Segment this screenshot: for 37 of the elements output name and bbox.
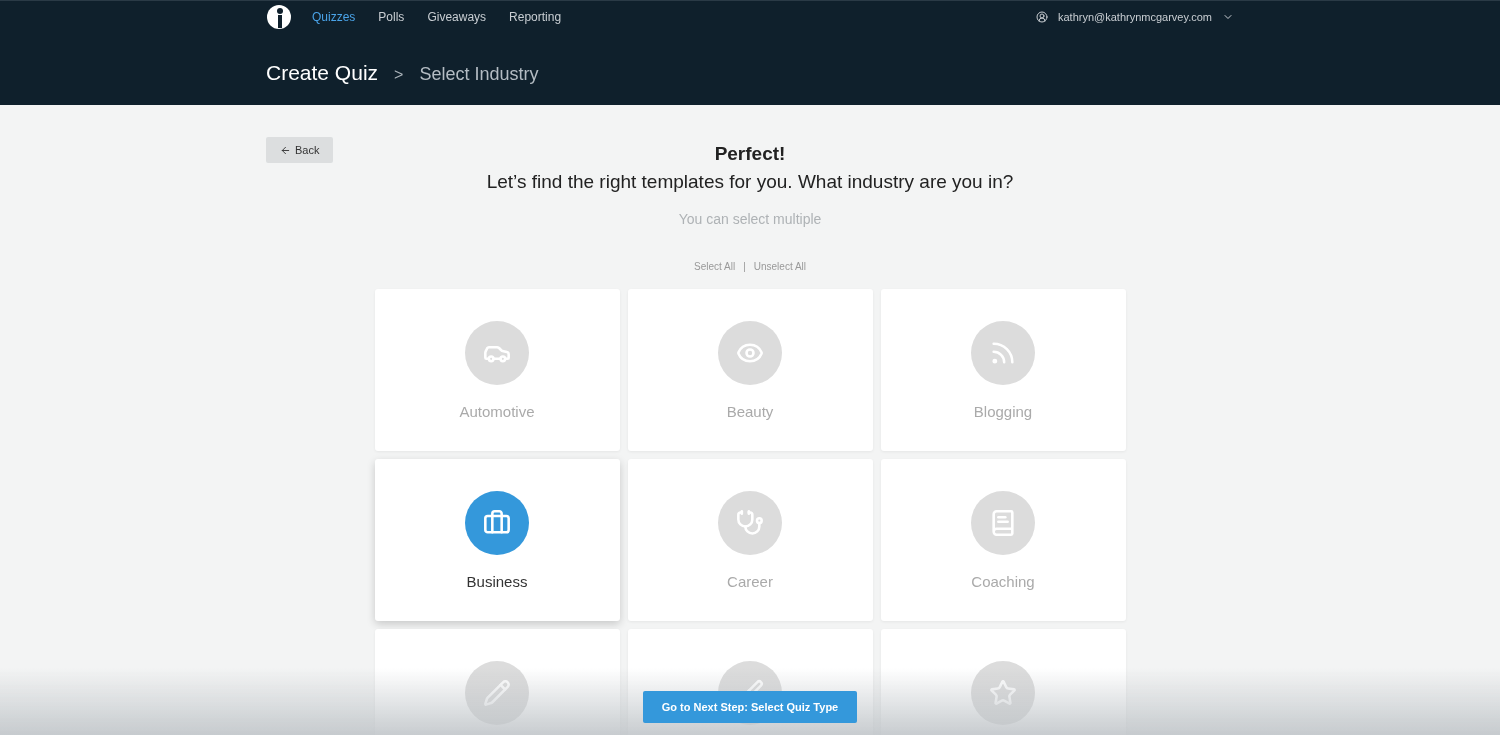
briefcase-icon [483, 509, 511, 537]
next-step-button[interactable]: Go to Next Step: Select Quiz Type [642, 691, 858, 723]
nav-link[interactable]: Polls [378, 10, 405, 24]
nav-link[interactable]: Reporting [509, 10, 562, 24]
nav-link[interactable]: Giveaways [427, 10, 487, 24]
industry-label: Automotive [459, 403, 535, 420]
industry-label: Business [466, 573, 528, 590]
industry-card[interactable]: Career [627, 459, 873, 621]
select-all-link[interactable]: Select All [694, 261, 736, 272]
user-email[interactable]: kathryn@kathrynmcgarvey.com [1058, 11, 1212, 23]
unselect-all-link[interactable]: Unselect All [753, 261, 806, 272]
industry-card[interactable]: Beauty [627, 289, 873, 451]
industry-card[interactable]: Blogging [880, 289, 1126, 451]
industry-label: Beauty [726, 403, 774, 420]
pencil-icon [483, 679, 511, 707]
logo-icon [266, 4, 292, 30]
industry-label: Coaching [971, 573, 1035, 590]
heading: Perfect! [714, 143, 786, 165]
user-icon [1036, 11, 1048, 23]
hint-text: You can select multiple [678, 211, 822, 227]
breadcrumb-current: Select Industry [419, 64, 539, 85]
rss-icon [989, 339, 1017, 367]
industry-label: Blogging [973, 403, 1033, 420]
question: Let’s find the right templates for you. What industry are you in? [486, 171, 1014, 193]
page-title: Create Quiz [266, 61, 379, 85]
book-icon [989, 509, 1017, 537]
nav-link[interactable]: Quizzes [312, 10, 356, 24]
back-button[interactable]: Back [266, 137, 334, 163]
industry-label: Career [727, 573, 773, 590]
link-divider: | [743, 261, 746, 272]
breadcrumb-separator: > [394, 66, 404, 84]
industry-card[interactable]: Coaching [880, 459, 1126, 621]
industry-card[interactable]: Business [374, 459, 620, 621]
star-icon [989, 679, 1017, 707]
stethoscope-icon [736, 509, 764, 537]
arrow-left-icon [280, 144, 291, 156]
industry-card[interactable]: Automotive [374, 289, 620, 451]
